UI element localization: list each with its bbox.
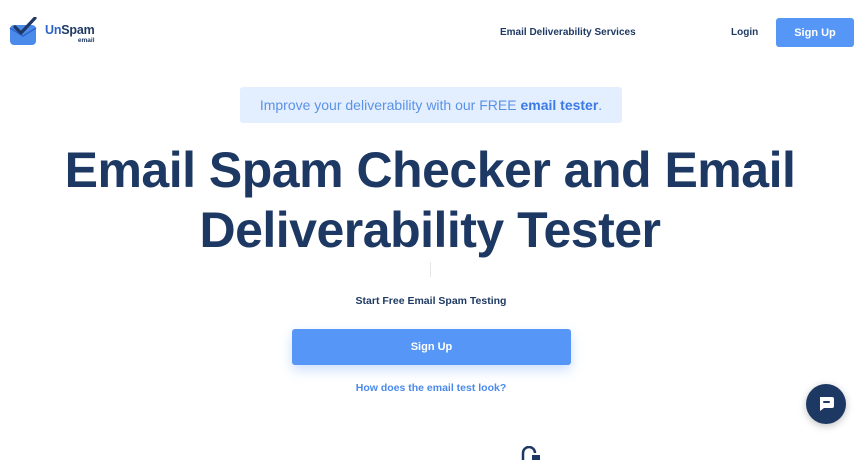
logo-name-spam: Spam (61, 23, 95, 37)
chat-bubble-icon (820, 397, 834, 411)
lock-icon (521, 446, 540, 460)
login-link[interactable]: Login (731, 27, 758, 38)
nav-link-deliverability-services[interactable]: Email Deliverability Services (500, 27, 636, 38)
email-tester-link[interactable]: email tester (520, 97, 598, 113)
page-title-line-2: Deliverability Tester (199, 202, 661, 258)
logo-subtitle: email (77, 36, 95, 44)
chat-button[interactable] (806, 384, 846, 424)
logo-name: UnSpam (45, 24, 95, 37)
divider (430, 262, 431, 277)
how-test-looks-link[interactable]: How does the email test look? (0, 382, 860, 394)
promo-text: Improve your deliverability with our FRE… (259, 97, 517, 113)
start-testing-text: Start Free Email Spam Testing (355, 295, 507, 307)
header-signup-button[interactable]: Sign Up (776, 18, 854, 47)
logo-name-un: Un (45, 23, 62, 37)
page-title-line-1: Email Spam Checker and Email (64, 142, 796, 198)
logo[interactable]: UnSpam email (9, 16, 95, 47)
page-title: Email Spam Checker and Email Deliverabil… (0, 140, 860, 260)
envelope-check-icon (9, 16, 39, 47)
page: UnSpam email Email Deliverability Servic… (0, 0, 860, 460)
hero-signup-button[interactable]: Sign Up (292, 329, 571, 365)
promo-banner: Improve your deliverability with our FRE… (240, 87, 622, 123)
promo-suffix: . (598, 97, 603, 113)
